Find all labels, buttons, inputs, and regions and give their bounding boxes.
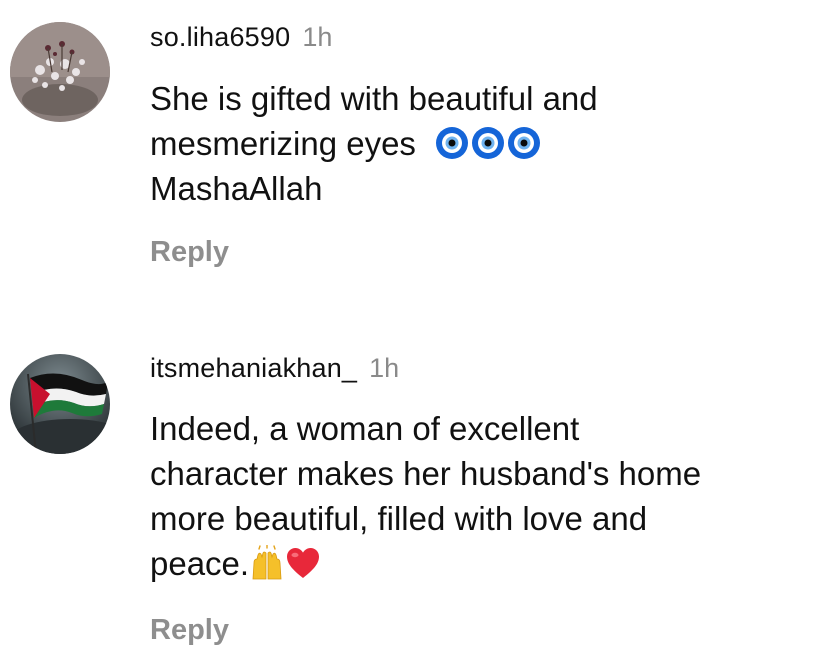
reply-button[interactable]: Reply xyxy=(150,612,229,648)
comment-text-line: Indeed, a woman of excellent xyxy=(150,410,580,447)
comment-header: so.liha6590 1h xyxy=(150,20,332,54)
comment-text-line: character makes her husband's home xyxy=(150,455,702,492)
timestamp: 1h xyxy=(369,353,400,383)
comment-text: She is gifted with beautiful and mesmeri… xyxy=(150,76,815,211)
raising-hands-icon xyxy=(249,544,285,581)
flower-vase-avatar-image xyxy=(10,22,110,122)
username[interactable]: itsmehaniakhan_ xyxy=(150,353,357,383)
comment-header: itsmehaniakhan_ 1h xyxy=(150,351,399,385)
comment-text-segment: mesmerizing eyes xyxy=(150,125,416,162)
comment-text-line: peace. xyxy=(150,541,815,586)
username[interactable]: so.liha6590 xyxy=(150,22,290,52)
reply-button[interactable]: Reply xyxy=(150,234,229,270)
comment-text-line: MashaAllah xyxy=(150,170,323,207)
comment-text: Indeed, a woman of excellent character m… xyxy=(150,406,815,586)
red-heart-icon xyxy=(285,545,321,581)
comment-text-line: mesmerizing eyes xyxy=(150,121,815,166)
avatar[interactable] xyxy=(10,22,110,122)
comment-text-segment: peace. xyxy=(150,545,250,582)
palestine-flag-avatar-image xyxy=(10,354,110,454)
comment-text-line: more beautiful, filled with love and xyxy=(150,500,648,537)
avatar[interactable] xyxy=(10,354,110,454)
nazar-amulet-icon xyxy=(471,126,505,160)
nazar-amulet-icon xyxy=(507,126,541,160)
comment-text-line: She is gifted with beautiful and xyxy=(150,80,598,117)
nazar-amulet-icon xyxy=(435,126,469,160)
timestamp: 1h xyxy=(302,22,333,52)
